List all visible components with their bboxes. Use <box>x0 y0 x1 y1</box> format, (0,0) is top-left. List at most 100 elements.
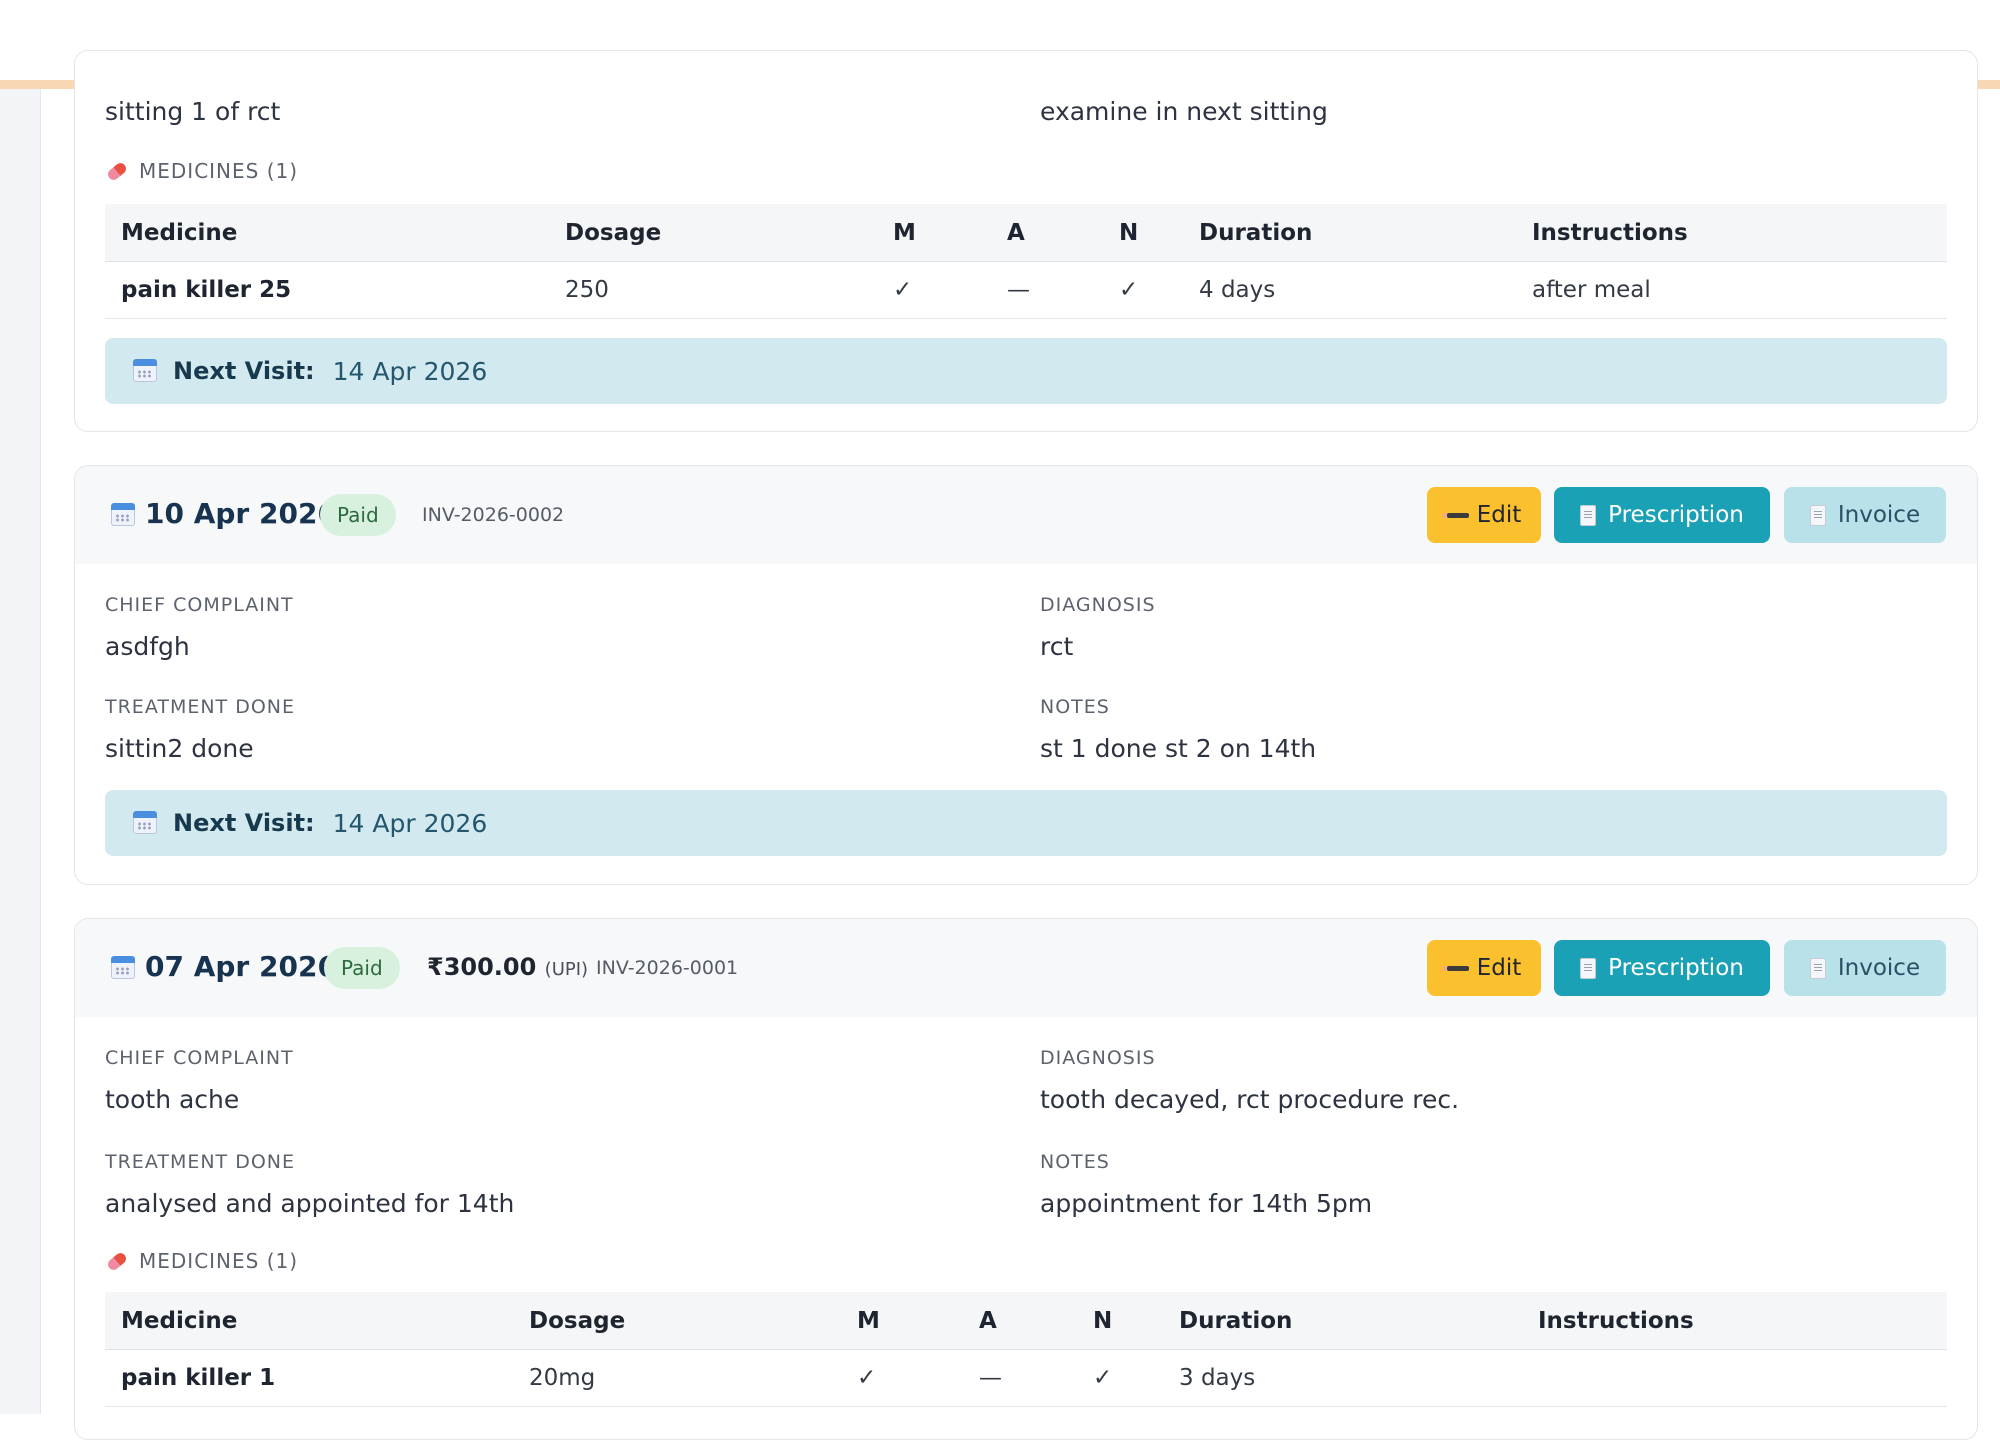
next-visit-date: 14 Apr 2026 <box>332 356 488 386</box>
table-row: pain killer 25 250 ✓ — ✓ 4 days after me… <box>105 261 1947 319</box>
medicines-title: MEDICINES (1) <box>139 1249 299 1273</box>
next-visit-label: Next Visit: <box>173 809 315 837</box>
invoice-button[interactable]: Invoice <box>1784 940 1946 996</box>
treatment-done-label: TREATMENT DONE <box>105 696 296 718</box>
prescription-label: Prescription <box>1608 955 1744 981</box>
col-a: A <box>963 1292 1077 1350</box>
notes-label: NOTES <box>1040 1151 1110 1173</box>
diagnosis-label: DIAGNOSIS <box>1040 1047 1156 1069</box>
treatment-done-value: sittin2 done <box>105 734 254 763</box>
table-header-row: Medicine Dosage M A N Duration Instructi… <box>105 1292 1947 1350</box>
medicine-afternoon: — <box>991 261 1103 319</box>
col-medicine: Medicine <box>105 204 549 262</box>
col-m: M <box>877 204 991 262</box>
medicine-afternoon: — <box>963 1349 1077 1407</box>
visit-card-partial: sitting 1 of rct examine in next sitting… <box>74 50 1978 432</box>
medicine-morning: ✓ <box>877 261 991 319</box>
notes-value: examine in next sitting <box>1040 97 1328 126</box>
medicine-duration: 4 days <box>1183 261 1516 319</box>
edit-label: Edit <box>1476 955 1522 981</box>
col-instructions: Instructions <box>1522 1292 1947 1350</box>
sidebar-edge <box>0 89 41 1414</box>
medicine-duration: 3 days <box>1163 1349 1522 1407</box>
edit-button[interactable]: Edit <box>1427 487 1541 543</box>
chief-complaint-value: tooth ache <box>105 1085 240 1114</box>
document-icon <box>1580 957 1597 979</box>
amount-value: ₹300.00 <box>427 953 537 981</box>
medicine-dosage: 20mg <box>513 1349 841 1407</box>
col-n: N <box>1077 1292 1163 1350</box>
treatment-done-label: TREATMENT DONE <box>105 1151 296 1173</box>
calendar-icon <box>133 811 157 835</box>
status-badge: Paid <box>320 494 396 536</box>
visit-date: 10 Apr 2026 <box>145 497 337 530</box>
col-duration: Duration <box>1163 1292 1522 1350</box>
calendar-icon <box>111 956 135 980</box>
col-duration: Duration <box>1183 204 1516 262</box>
medicine-dosage: 250 <box>549 261 877 319</box>
medicine-morning: ✓ <box>841 1349 963 1407</box>
medicine-name: pain killer 25 <box>105 261 549 319</box>
prescription-label: Prescription <box>1608 502 1744 528</box>
col-a: A <box>991 204 1103 262</box>
medicine-night: ✓ <box>1077 1349 1163 1407</box>
col-dosage: Dosage <box>513 1292 841 1350</box>
next-visit-banner: Next Visit: 14 Apr 2026 <box>105 790 1947 856</box>
col-dosage: Dosage <box>549 204 877 262</box>
edit-label: Edit <box>1476 502 1522 528</box>
col-n: N <box>1103 204 1183 262</box>
col-instructions: Instructions <box>1516 204 1947 262</box>
invoice-label: Invoice <box>1837 502 1921 528</box>
invoice-label: Invoice <box>1837 955 1921 981</box>
medicine-name: pain killer 1 <box>105 1349 513 1407</box>
chief-complaint-value: asdfgh <box>105 632 190 661</box>
visit-card-header: 07 Apr 2026 Paid ₹300.00 (UPI) INV-2026-… <box>75 919 1977 1017</box>
notes-value: st 1 done st 2 on 14th <box>1040 734 1317 763</box>
receipt-icon <box>1809 504 1826 526</box>
diagnosis-value: tooth decayed, rct procedure rec. <box>1040 1085 1460 1114</box>
diagnosis-value: rct <box>1040 632 1074 661</box>
next-visit-label: Next Visit: <box>173 357 315 385</box>
treatment-done-value: analysed and appointed for 14th <box>105 1189 515 1218</box>
notes-label: NOTES <box>1040 696 1110 718</box>
receipt-icon <box>1809 957 1826 979</box>
medicine-instructions <box>1522 1349 1947 1407</box>
prescription-button[interactable]: Prescription <box>1554 940 1770 996</box>
visit-date: 07 Apr 2026 <box>145 950 337 983</box>
medicine-instructions: after meal <box>1516 261 1947 319</box>
invoice-number: INV-2026-0002 <box>422 504 565 526</box>
medicines-heading: MEDICINES (1) <box>105 1249 299 1273</box>
medicines-table: Medicine Dosage M A N Duration Instructi… <box>105 204 1947 319</box>
visit-card-header: 10 Apr 2026 Paid INV-2026-0002 Edit Pres… <box>75 466 1977 564</box>
document-icon <box>1580 504 1597 526</box>
status-badge: Paid <box>324 947 400 989</box>
medicines-title: MEDICINES (1) <box>139 159 299 183</box>
edit-button[interactable]: Edit <box>1427 940 1541 996</box>
visit-card: 10 Apr 2026 Paid INV-2026-0002 Edit Pres… <box>74 465 1978 885</box>
notes-value: appointment for 14th 5pm <box>1040 1189 1373 1218</box>
pencil-icon <box>1442 965 1469 971</box>
chief-complaint-label: CHIEF COMPLAINT <box>105 1047 294 1069</box>
col-medicine: Medicine <box>105 1292 513 1350</box>
medicines-heading: MEDICINES (1) <box>105 159 299 183</box>
pill-icon <box>105 160 129 182</box>
diagnosis-label: DIAGNOSIS <box>1040 594 1156 616</box>
col-m: M <box>841 1292 963 1350</box>
invoice-number: INV-2026-0001 <box>596 957 739 979</box>
payment-amount: ₹300.00 (UPI) <box>427 953 588 981</box>
calendar-icon <box>133 359 157 383</box>
visit-card: 07 Apr 2026 Paid ₹300.00 (UPI) INV-2026-… <box>74 918 1978 1440</box>
table-row: pain killer 1 20mg ✓ — ✓ 3 days <box>105 1349 1947 1407</box>
table-header-row: Medicine Dosage M A N Duration Instructi… <box>105 204 1947 262</box>
medicines-table: Medicine Dosage M A N Duration Instructi… <box>105 1292 1947 1407</box>
pill-icon <box>105 1250 129 1272</box>
payment-mode: (UPI) <box>544 959 589 980</box>
next-visit-date: 14 Apr 2026 <box>332 808 488 838</box>
prescription-button[interactable]: Prescription <box>1554 487 1770 543</box>
chief-complaint-label: CHIEF COMPLAINT <box>105 594 294 616</box>
medicine-night: ✓ <box>1103 261 1183 319</box>
invoice-button[interactable]: Invoice <box>1784 487 1946 543</box>
pencil-icon <box>1442 512 1469 518</box>
treatment-done-value: sitting 1 of rct <box>105 97 281 126</box>
calendar-icon <box>111 503 135 527</box>
